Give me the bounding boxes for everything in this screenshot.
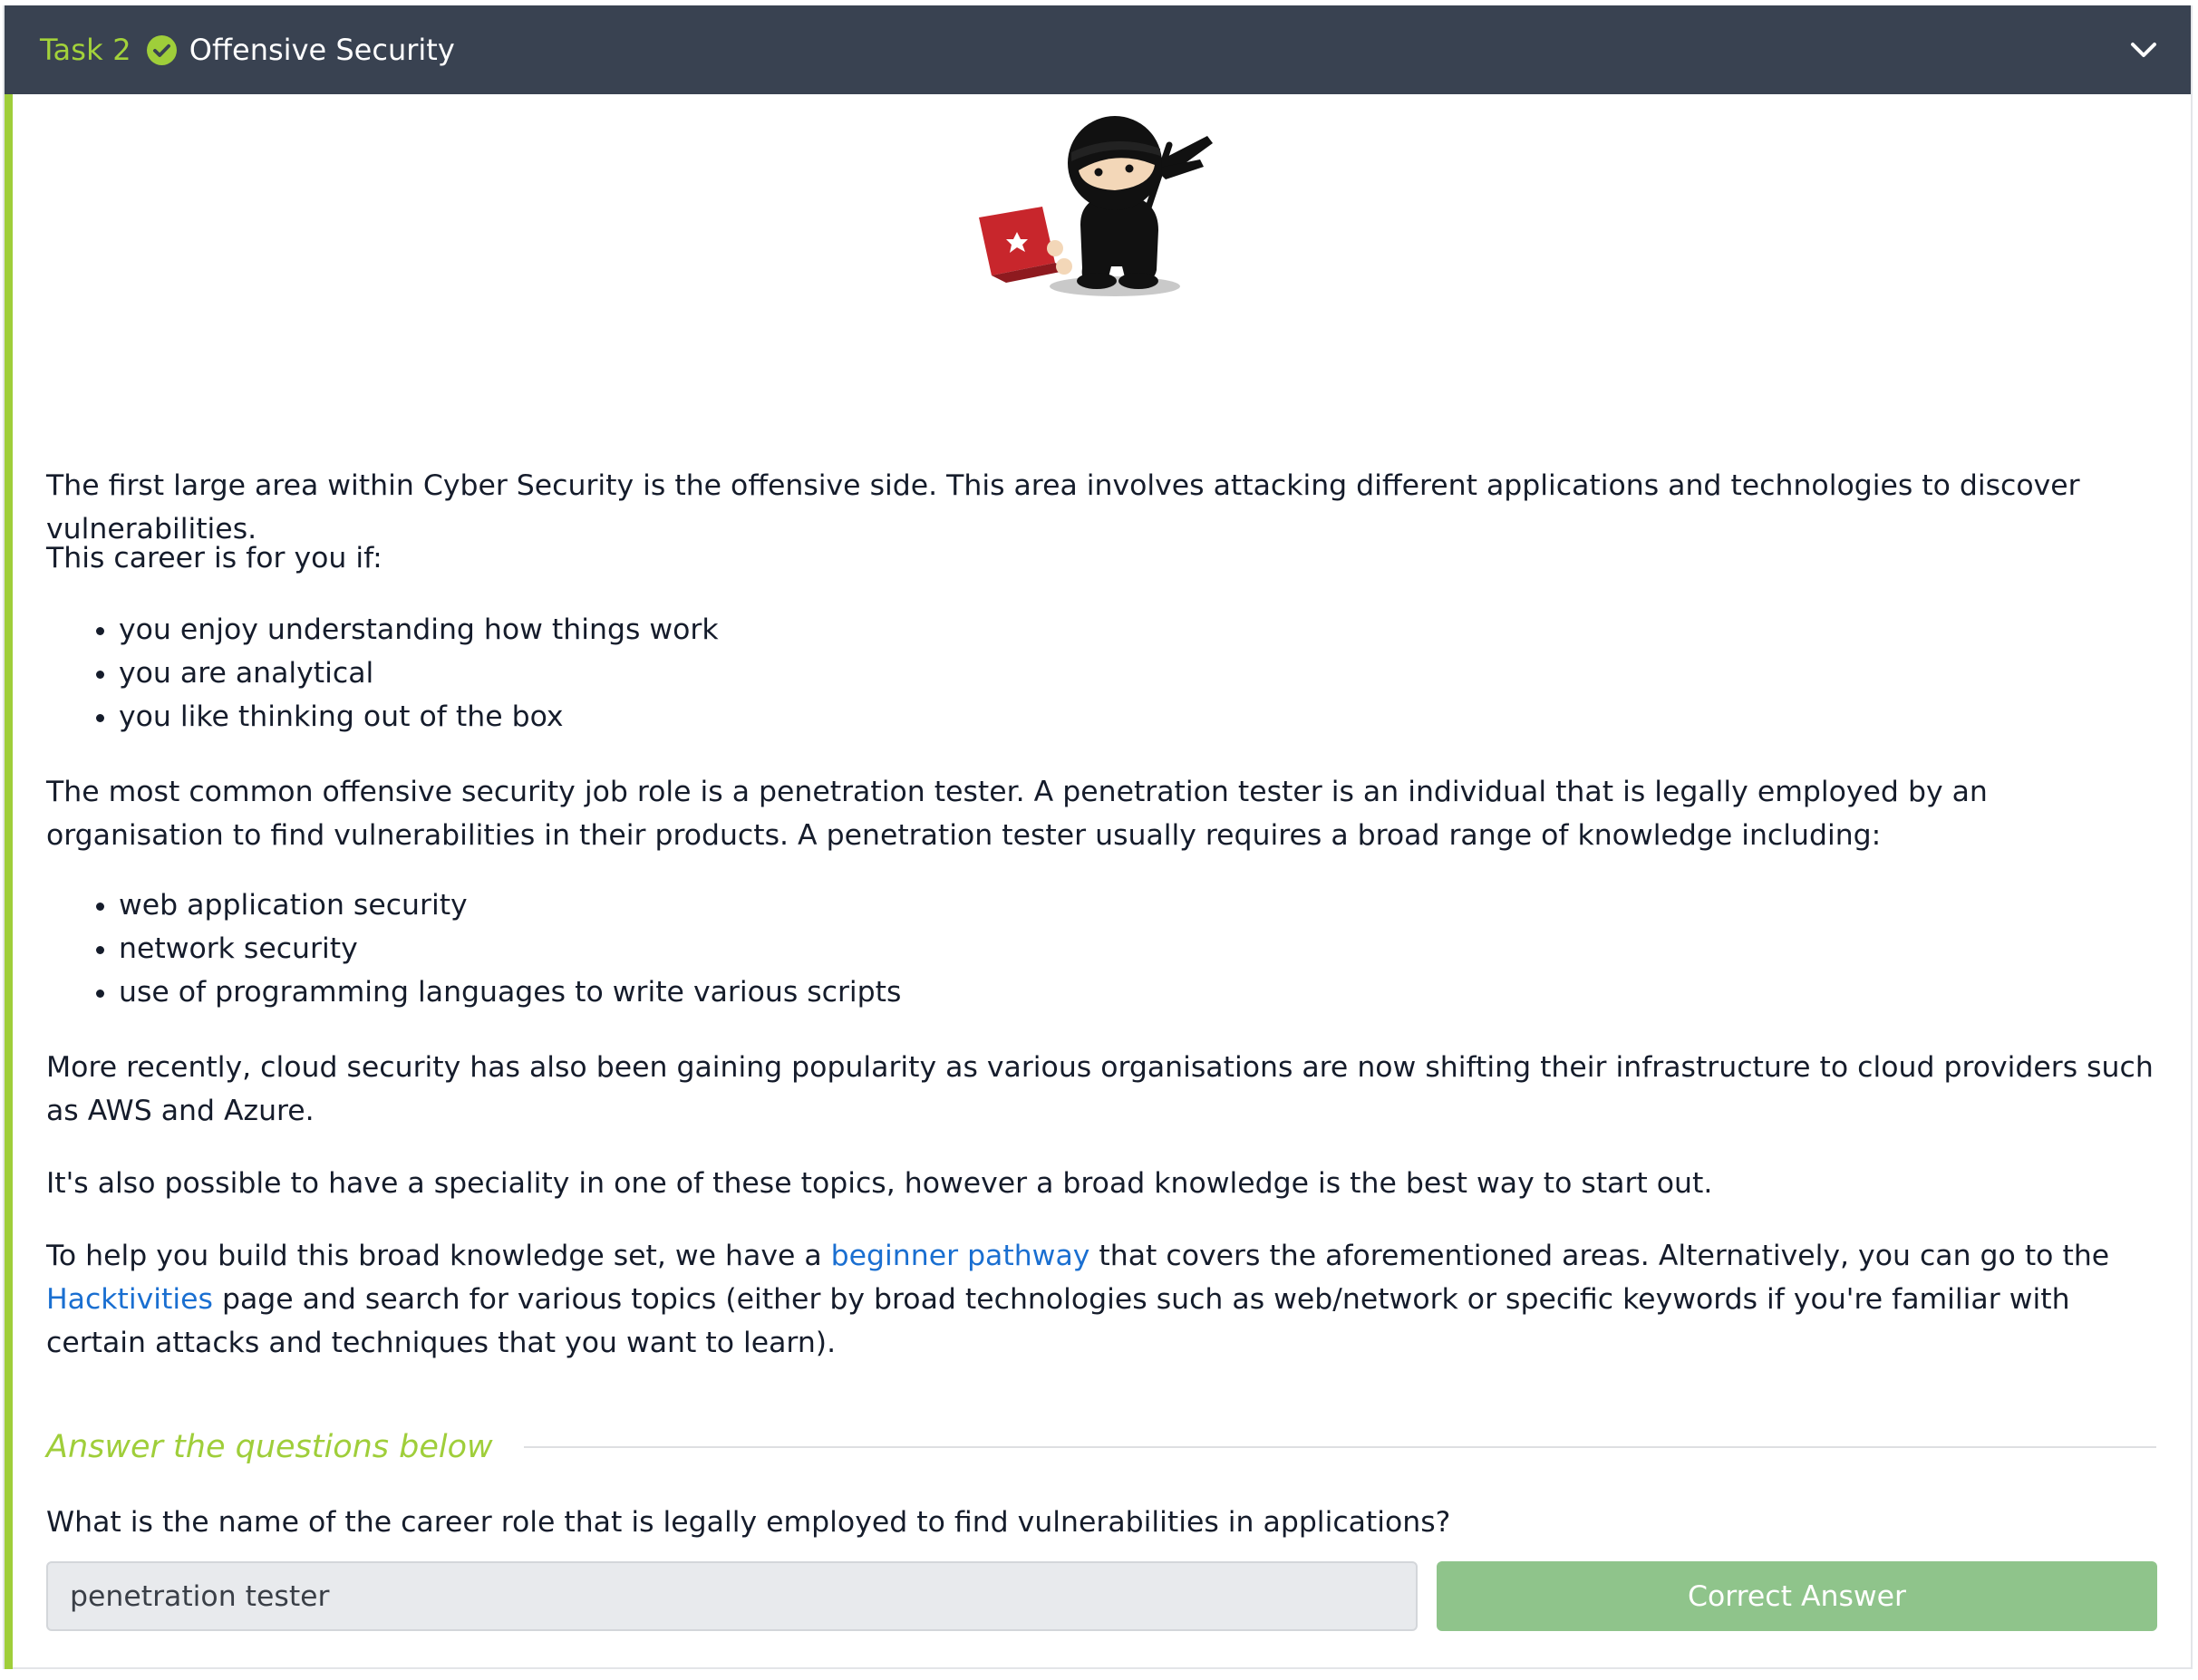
knowledge-list: web application security network securit… [46, 883, 901, 1014]
task-title: Offensive Security [189, 33, 455, 67]
list-item: network security [119, 927, 901, 970]
list-item: you like thinking out of the box [119, 695, 719, 739]
list-item: use of programming languages to write va… [119, 970, 901, 1014]
traits-list: you enjoy understanding how things work … [46, 608, 719, 739]
task-number: Task 2 [40, 33, 131, 67]
list-item: web application security [119, 883, 901, 927]
question-text: What is the name of the career role that… [46, 1506, 1451, 1539]
speciality-paragraph: It's also possible to have a speciality … [46, 1167, 1713, 1200]
chevron-down-icon[interactable] [2129, 38, 2158, 62]
task-header[interactable]: Task 2 Offensive Security [5, 5, 2191, 94]
hacktivities-link[interactable]: Hacktivities [46, 1283, 213, 1316]
beginner-pathway-link[interactable]: beginner pathway [831, 1240, 1090, 1272]
list-item: you enjoy understanding how things work [119, 608, 719, 652]
pathway-paragraph: To help you build this broad knowledge s… [46, 1234, 2158, 1365]
pentester-paragraph: The most common offensive security job r… [46, 776, 1988, 852]
divider [523, 1446, 2156, 1448]
cloud-paragraph: More recently, cloud security has also b… [46, 1051, 2154, 1127]
check-circle-icon [146, 34, 177, 65]
pathway-text-2: that covers the aforementioned areas. Al… [1089, 1240, 2110, 1272]
correct-answer-button[interactable]: Correct Answer [1437, 1561, 2157, 1631]
pathway-text-3: page and search for various topics (eith… [46, 1283, 2070, 1359]
answer-section-title: Answer the questions below [46, 1429, 493, 1465]
career-intro: This career is for you if: [46, 542, 382, 574]
pathway-text-1: To help you build this broad knowledge s… [46, 1240, 831, 1272]
answer-input[interactable] [46, 1561, 1418, 1631]
list-item: you are analytical [119, 652, 719, 695]
left-accent-bar [5, 94, 13, 1669]
ninja-illustration [979, 116, 1213, 296]
answer-section-header: Answer the questions below [46, 1423, 2156, 1472]
